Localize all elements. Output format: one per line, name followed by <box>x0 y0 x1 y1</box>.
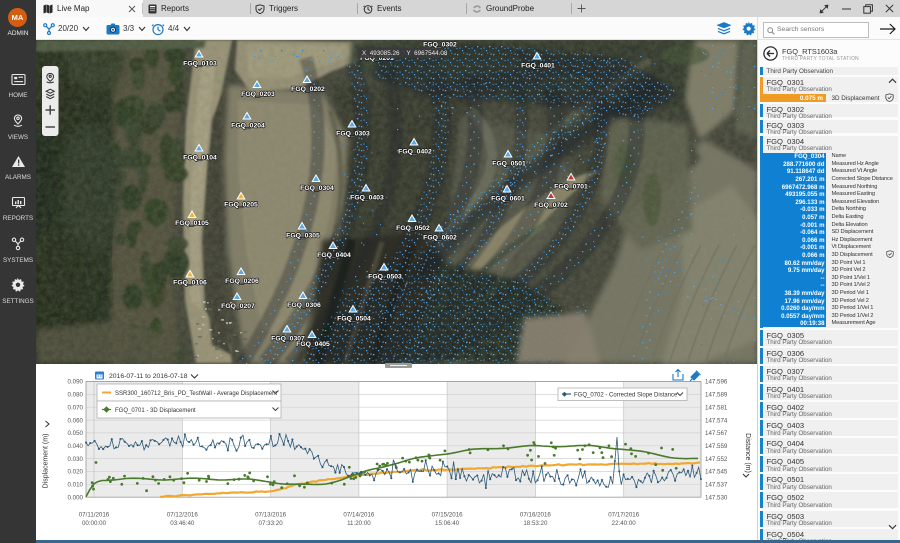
svg-text:FGQ_0702 - Corrected Slope Dis: FGQ_0702 - Corrected Slope Distance <box>574 393 678 399</box>
svg-text:FGQ_0404: FGQ_0404 <box>317 252 351 259</box>
svg-text:FGQ_0502: FGQ_0502 <box>396 225 430 232</box>
svg-text:0.050: 0.050 <box>68 430 84 437</box>
svg-text:0.020: 0.020 <box>68 469 84 476</box>
svg-text:147.589: 147.589 <box>705 392 728 399</box>
svg-text:18:53:20: 18:53:20 <box>523 520 548 527</box>
svg-text:07:33:20: 07:33:20 <box>259 520 284 527</box>
svg-text:0.090: 0.090 <box>68 379 84 386</box>
svg-text:FGQ_0405: FGQ_0405 <box>296 341 330 348</box>
svg-text:0.040: 0.040 <box>68 443 84 450</box>
svg-text:147.545: 147.545 <box>705 469 728 476</box>
svg-text:FGQ_0701: FGQ_0701 <box>554 184 588 191</box>
svg-text:Distance (m): Distance (m) <box>744 433 751 473</box>
svg-text:Displacement (m): Displacement (m) <box>43 434 50 489</box>
svg-text:0.060: 0.060 <box>68 417 84 424</box>
svg-text:SSR300_160712_Bris_PD_TestWall: SSR300_160712_Bris_PD_TestWall - Average… <box>115 391 277 397</box>
svg-text:FGQ_0207: FGQ_0207 <box>221 303 255 310</box>
svg-text:FGQ_0403: FGQ_0403 <box>350 195 384 202</box>
svg-text:15:06:40: 15:06:40 <box>435 520 460 527</box>
svg-text:FGQ_0305: FGQ_0305 <box>286 233 320 240</box>
svg-text:147.537: 147.537 <box>705 482 728 489</box>
svg-text:07/12/2016: 07/12/2016 <box>167 512 199 519</box>
svg-text:07/13/2016: 07/13/2016 <box>255 512 287 519</box>
svg-text:FGQ_0205: FGQ_0205 <box>224 202 258 209</box>
svg-text:FGQ_0103: FGQ_0103 <box>183 61 217 68</box>
svg-text:FGQ_0504: FGQ_0504 <box>337 316 371 323</box>
svg-text:FGQ_0203: FGQ_0203 <box>241 91 275 98</box>
svg-text:11:20:00: 11:20:00 <box>347 520 371 527</box>
svg-text:147.567: 147.567 <box>705 430 728 437</box>
svg-text:0.070: 0.070 <box>68 404 84 411</box>
svg-text:FGQ_0304: FGQ_0304 <box>300 185 334 192</box>
svg-text:147.574: 147.574 <box>705 417 728 424</box>
svg-text:FGQ_0106: FGQ_0106 <box>173 280 207 287</box>
svg-text:147.581: 147.581 <box>705 404 728 411</box>
svg-text:0.010: 0.010 <box>68 482 84 489</box>
svg-text:FGQ_0202: FGQ_0202 <box>291 86 325 93</box>
svg-text:2016-07-11 to 2016-07-18: 2016-07-11 to 2016-07-18 <box>109 373 188 380</box>
svg-text:0.080: 0.080 <box>68 392 84 399</box>
svg-text:22:40:00: 22:40:00 <box>612 520 637 527</box>
svg-text:00:00:00: 00:00:00 <box>82 520 107 527</box>
svg-text:FGQ_0402: FGQ_0402 <box>398 149 432 156</box>
svg-text:FGQ_0601: FGQ_0601 <box>491 196 525 203</box>
svg-text:FGQ_0501: FGQ_0501 <box>492 161 526 168</box>
svg-text:FGQ_0303: FGQ_0303 <box>336 131 370 138</box>
svg-text:03:46:40: 03:46:40 <box>170 520 195 527</box>
svg-text:FGQ_0105: FGQ_0105 <box>175 220 209 227</box>
svg-text:FGQ_0503: FGQ_0503 <box>368 274 402 281</box>
svg-text:FGQ_0204: FGQ_0204 <box>231 123 265 130</box>
svg-text:FGQ_0602: FGQ_0602 <box>423 235 457 242</box>
svg-text:FGQ_0206: FGQ_0206 <box>225 278 259 285</box>
svg-text:147.559: 147.559 <box>705 443 728 450</box>
svg-text:FGQ_0401: FGQ_0401 <box>521 63 555 70</box>
svg-text:0.030: 0.030 <box>68 456 84 463</box>
svg-text:07/14/2016: 07/14/2016 <box>343 512 375 519</box>
svg-text:147.552: 147.552 <box>705 456 728 463</box>
svg-text:0.000: 0.000 <box>68 494 84 501</box>
svg-text:FGQ_0306: FGQ_0306 <box>287 302 321 309</box>
svg-text:FGQ_0104: FGQ_0104 <box>183 155 217 162</box>
svg-text:FGQ_0302: FGQ_0302 <box>423 42 457 49</box>
svg-text:FGQ_0702: FGQ_0702 <box>534 202 568 209</box>
svg-text:147.596: 147.596 <box>705 379 728 386</box>
svg-text:07/16/2016: 07/16/2016 <box>520 512 552 519</box>
svg-text:147.530: 147.530 <box>705 494 728 501</box>
svg-text:X 493085.26 Y 6967544.08: X 493085.26 Y 6967544.08 <box>362 50 448 57</box>
svg-text:07/11/2016: 07/11/2016 <box>79 512 110 519</box>
svg-text:FGQ_0701 - 3D Displacement: FGQ_0701 - 3D Displacement <box>115 408 196 414</box>
svg-text:07/17/2016: 07/17/2016 <box>608 512 640 519</box>
svg-text:07/15/2016: 07/15/2016 <box>432 512 464 519</box>
